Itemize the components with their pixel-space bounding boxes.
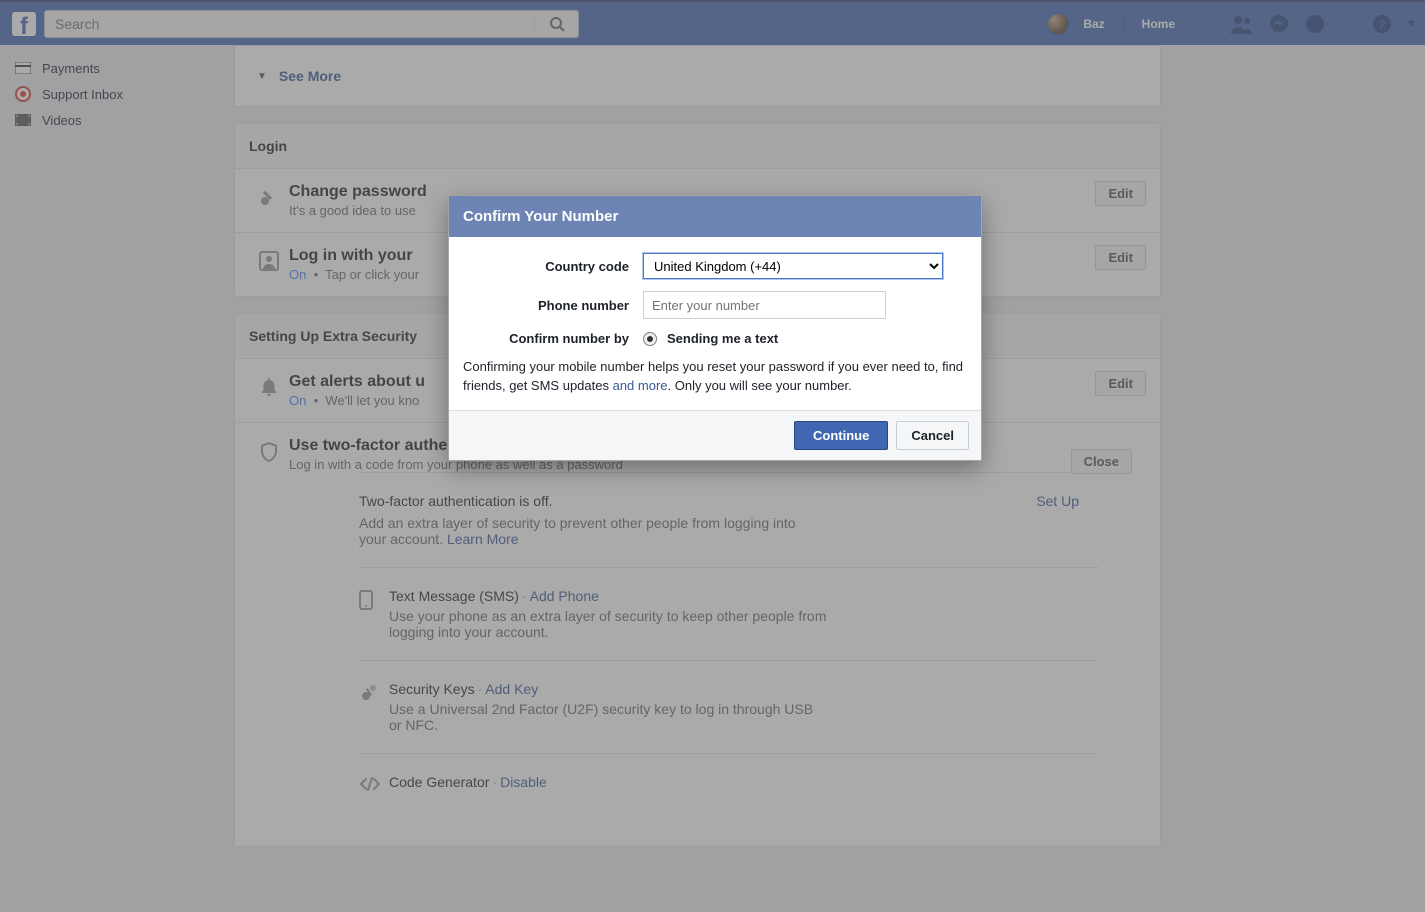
modal-title: Confirm Your Number bbox=[449, 196, 981, 237]
confirm-number-modal: Confirm Your Number Country code United … bbox=[448, 195, 982, 461]
modal-info: Confirming your mobile number helps you … bbox=[463, 358, 967, 396]
modal-body: Country code United Kingdom (+44) Phone … bbox=[449, 237, 981, 410]
radio-text-label: Sending me a text bbox=[667, 331, 778, 346]
cancel-button[interactable]: Cancel bbox=[896, 421, 969, 450]
country-code-select[interactable]: United Kingdom (+44) bbox=[643, 253, 943, 279]
phone-number-label: Phone number bbox=[463, 298, 643, 313]
radio-text-option[interactable] bbox=[643, 332, 657, 346]
phone-number-input[interactable] bbox=[643, 291, 886, 319]
confirm-by-label: Confirm number by bbox=[463, 331, 643, 346]
continue-button[interactable]: Continue bbox=[794, 421, 888, 450]
modal-footer: Continue Cancel bbox=[449, 410, 981, 460]
and-more-link[interactable]: and more bbox=[613, 378, 668, 393]
country-code-label: Country code bbox=[463, 259, 643, 274]
